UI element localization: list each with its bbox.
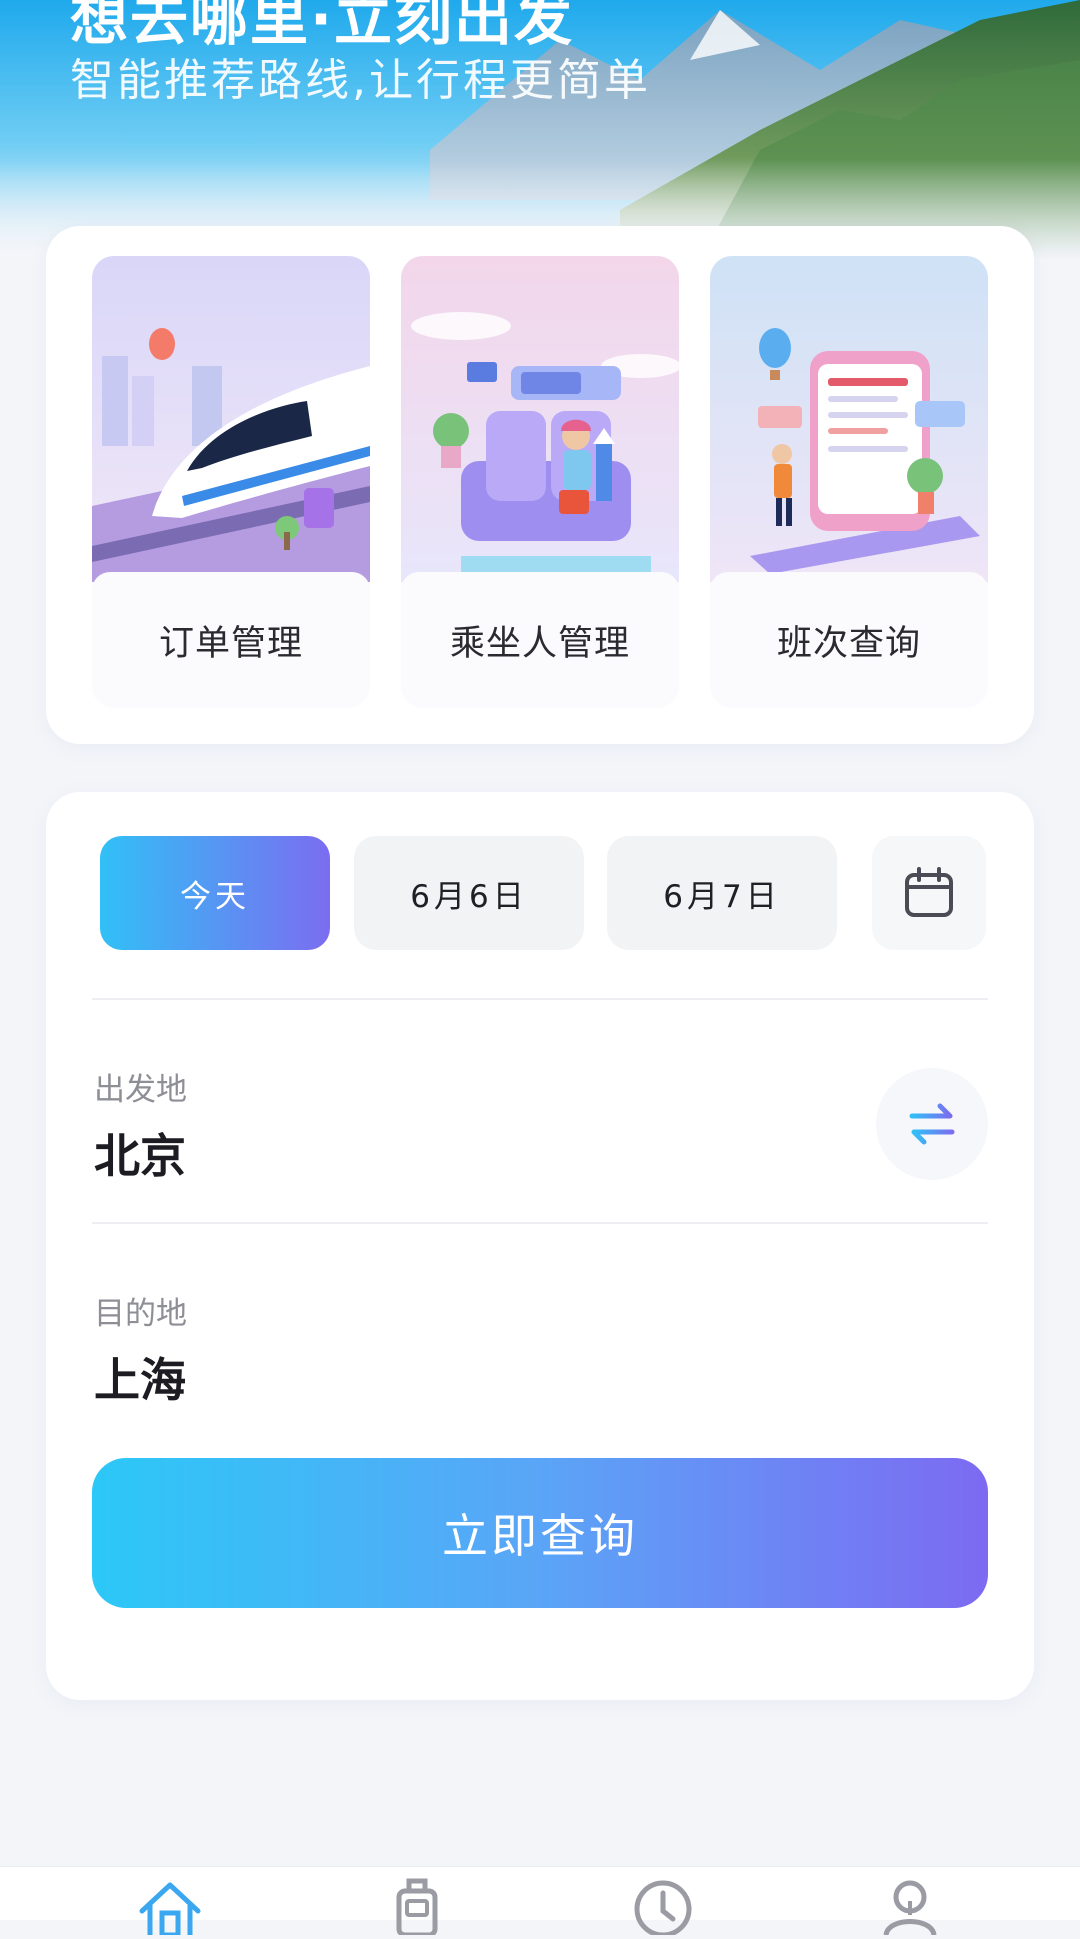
destination-label: 目的地 <box>94 1296 187 1332</box>
passenger-management-label: 乘坐人管理 <box>449 623 630 664</box>
swap-arrows-icon <box>909 1103 955 1145</box>
hero-banner: 想去哪里·立刻出发 智能推荐路线,让行程更简单 <box>0 0 1080 260</box>
order-management-label-area: 订单管理 <box>92 572 370 708</box>
passenger-seat-illustration-icon <box>401 256 679 582</box>
home-icon <box>139 1882 201 1938</box>
nav-history[interactable] <box>623 1875 703 1938</box>
calendar-icon <box>905 867 953 917</box>
luggage-icon <box>396 1878 438 1938</box>
train-illustration-icon <box>92 256 370 582</box>
clock-icon <box>634 1880 692 1938</box>
swap-route-button[interactable] <box>876 1068 988 1180</box>
ticket-search-card: 今天 6月6日 6月7日 出发地 北京 目的地 上海 立即查询 <box>46 792 1034 1700</box>
schedule-query-tile[interactable]: 班次查询 <box>710 256 988 708</box>
date-chip-today[interactable]: 今天 <box>100 836 330 950</box>
nav-home[interactable] <box>130 1875 210 1938</box>
order-management-tile[interactable]: 订单管理 <box>92 256 370 708</box>
passenger-management-label-area: 乘坐人管理 <box>401 572 679 708</box>
date-chip-june-6[interactable]: 6月6日 <box>354 836 584 950</box>
search-now-button[interactable]: 立即查询 <box>92 1458 988 1608</box>
calendar-button[interactable] <box>872 836 986 950</box>
departure-label: 出发地 <box>94 1072 187 1108</box>
divider <box>92 1222 988 1224</box>
schedule-query-label-area: 班次查询 <box>710 572 988 708</box>
schedule-query-label: 班次查询 <box>776 623 921 664</box>
date-chip-june-7[interactable]: 6月7日 <box>607 836 837 950</box>
profile-icon <box>883 1880 937 1936</box>
destination-value[interactable]: 上海 <box>94 1344 186 1410</box>
divider <box>92 998 988 1000</box>
bottom-navigation <box>0 1866 1080 1938</box>
nav-profile[interactable] <box>870 1875 950 1936</box>
hero-subtitle: 智能推荐路线,让行程更简单 <box>70 55 651 106</box>
schedule-board-illustration-icon <box>710 256 988 582</box>
departure-value[interactable]: 北京 <box>94 1120 186 1186</box>
nav-trips[interactable] <box>377 1875 457 1938</box>
order-management-label: 订单管理 <box>158 623 303 664</box>
passenger-management-tile[interactable]: 乘坐人管理 <box>401 256 679 708</box>
quick-entry-card: 订单管理 乘坐人管理 班次查询 <box>46 226 1034 744</box>
